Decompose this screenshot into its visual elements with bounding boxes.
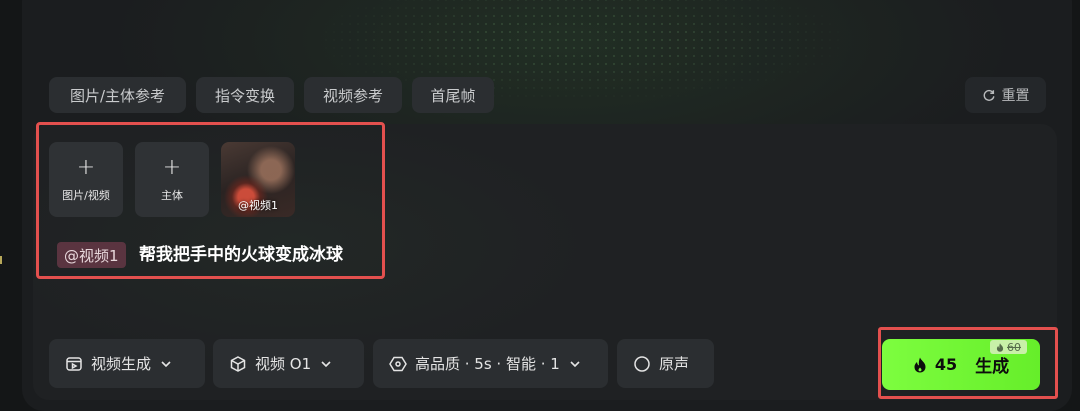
chevron-down-icon [570,360,580,367]
highlight-box-generate [878,327,1058,399]
mode-dropdown[interactable]: 视频生成 [49,339,205,388]
highlight-box-inputs [36,122,385,279]
cube-icon [230,355,246,372]
radio-icon [634,355,650,372]
chevron-down-icon [321,360,331,367]
model-dropdown[interactable]: 视频 O1 [213,339,364,388]
video-icon [66,356,82,371]
reset-label: 重置 [1001,88,1030,104]
settings-dropdown[interactable]: 高品质 · 5s · 智能 · 1 [373,339,608,388]
refresh-icon [983,89,995,101]
tab-video-reference[interactable]: 视频参考 [304,77,402,113]
reset-button[interactable]: 重置 [965,77,1046,113]
chevron-down-icon [161,360,171,367]
left-edge-marker [0,256,2,264]
audio-label: 原声 [659,355,690,373]
hexagon-icon [389,356,407,371]
original-audio-toggle[interactable]: 原声 [617,339,714,388]
mode-label: 视频生成 [91,355,152,373]
model-label: 视频 O1 [255,355,312,373]
tab-image-subject-reference[interactable]: 图片/主体参考 [49,77,186,113]
tab-instruction-transform[interactable]: 指令变换 [196,77,294,113]
tab-first-last-frame[interactable]: 首尾帧 [412,77,494,113]
settings-label: 高品质 · 5s · 智能 · 1 [415,355,560,373]
